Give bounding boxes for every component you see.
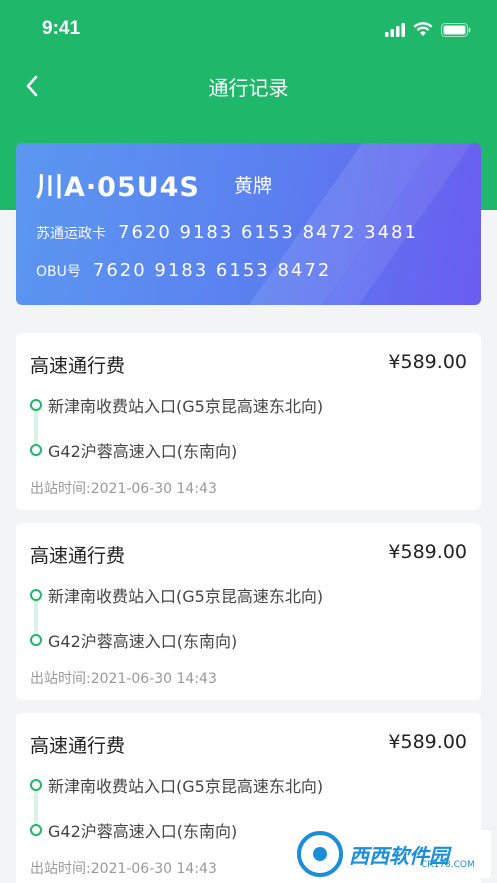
exit-station: G42沪蓉高速入口(东南向) <box>48 442 238 461</box>
plate-number: 川A·05U4S <box>36 172 200 203</box>
watermark-logo-icon <box>297 831 343 877</box>
obu-number-row: OBU号 7620 9183 6153 8472 <box>36 260 331 281</box>
entry-station: 新津南收费站入口(G5京昆高速东北向) <box>48 397 324 416</box>
exit-time: 出站时间:2021-06-30 14:43 <box>30 861 217 877</box>
page-title: 通行记录 <box>208 76 289 100</box>
battery-icon <box>441 22 471 37</box>
exit-dot-icon <box>30 444 42 456</box>
card-number-label: 苏通运政卡 <box>36 226 106 242</box>
route-line <box>34 405 38 449</box>
obu-number-label: OBU号 <box>36 264 81 280</box>
obu-number: 7620 9183 6153 8472 <box>92 260 332 281</box>
exit-time: 出站时间:2021-06-30 14:43 <box>30 481 217 497</box>
exit-station: G42沪蓉高速入口(东南向) <box>48 822 238 841</box>
card-number-row: 苏通运政卡 7620 9183 6153 8472 3481 <box>36 222 418 243</box>
status-icons <box>385 22 471 37</box>
record-amount: ¥589.00 <box>388 351 467 373</box>
exit-station: G42沪蓉高速入口(东南向) <box>48 632 238 651</box>
record-title: 高速通行费 <box>30 735 126 757</box>
record-item[interactable]: 高速通行费 ¥589.00 新津南收费站入口(G5京昆高速东北向) G42沪蓉高… <box>16 523 481 700</box>
card-number: 7620 9183 6153 8472 3481 <box>118 222 418 243</box>
record-amount: ¥589.00 <box>388 541 467 563</box>
status-bar: 9:41 <box>0 0 497 60</box>
watermark: 西西软件园 CR173.COM <box>295 830 491 878</box>
exit-dot-icon <box>30 824 42 836</box>
status-time: 9:41 <box>42 18 81 39</box>
record-amount: ¥589.00 <box>388 731 467 753</box>
record-title: 高速通行费 <box>30 545 126 567</box>
entry-dot-icon <box>30 779 42 791</box>
entry-station: 新津南收费站入口(G5京昆高速东北向) <box>48 587 324 606</box>
entry-station: 新津南收费站入口(G5京昆高速东北向) <box>48 777 324 796</box>
wifi-icon <box>413 22 433 36</box>
watermark-subtext: CR173.COM <box>421 860 475 870</box>
entry-dot-icon <box>30 399 42 411</box>
plate-color: 黄牌 <box>234 175 273 197</box>
route-line <box>34 785 38 829</box>
exit-time: 出站时间:2021-06-30 14:43 <box>30 671 217 687</box>
route-line <box>34 595 38 639</box>
exit-dot-icon <box>30 634 42 646</box>
navbar: 通行记录 <box>0 60 497 112</box>
signal-icon <box>385 22 405 37</box>
record-title: 高速通行费 <box>30 355 126 377</box>
entry-dot-icon <box>30 589 42 601</box>
record-item[interactable]: 高速通行费 ¥589.00 新津南收费站入口(G5京昆高速东北向) G42沪蓉高… <box>16 333 481 510</box>
vehicle-card: 川A·05U4S 黄牌 苏通运政卡 7620 9183 6153 8472 34… <box>16 143 481 305</box>
